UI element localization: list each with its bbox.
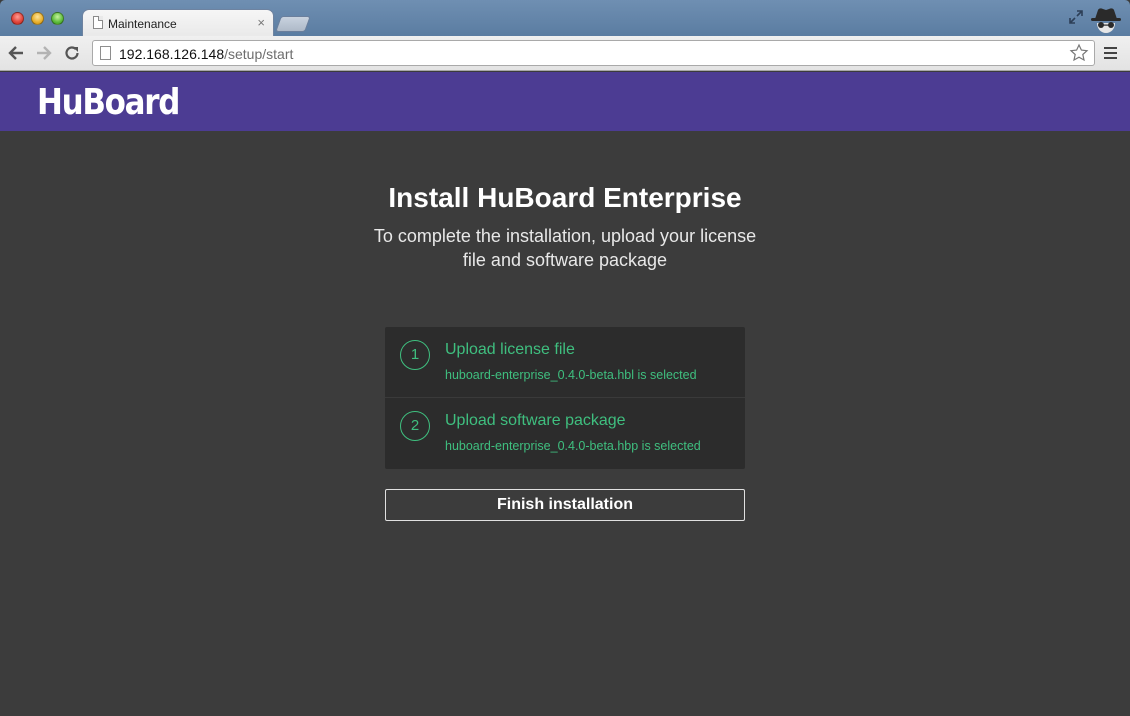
browser-toolbar: 192.168.126.148/setup/start	[0, 36, 1130, 71]
url-text[interactable]: 192.168.126.148/setup/start	[119, 46, 293, 62]
fullscreen-icon[interactable]	[1068, 9, 1084, 25]
url-host: 192.168.126.148	[119, 46, 225, 62]
step-label[interactable]: Upload license file	[445, 341, 575, 359]
zoom-window-button[interactable]	[51, 12, 64, 25]
page-subtitle: To complete the installation, upload you…	[373, 226, 757, 270]
step-upload-license[interactable]: 1 Upload license file huboard-enterprise…	[385, 327, 745, 398]
page-icon	[100, 46, 111, 60]
browser-tab[interactable]: Maintenance ×	[82, 9, 274, 37]
main-content: Install HuBoard Enterprise To complete t…	[0, 131, 1130, 716]
menu-icon[interactable]	[1104, 47, 1117, 59]
url-path: /setup/start	[224, 46, 294, 62]
address-bar[interactable]: 192.168.126.148/setup/start	[92, 40, 1095, 66]
close-window-button[interactable]	[11, 12, 24, 25]
step-status: huboard-enterprise_0.4.0-beta.hbp is sel…	[445, 439, 701, 453]
huboard-logo[interactable]: HuBoard	[37, 82, 180, 123]
browser-titlebar: Maintenance ×	[0, 0, 1130, 37]
document-icon	[93, 16, 103, 29]
reload-icon[interactable]	[63, 44, 81, 62]
step-number-badge: 2	[400, 411, 430, 441]
install-steps: 1 Upload license file huboard-enterprise…	[385, 327, 745, 469]
step-upload-package[interactable]: 2 Upload software package huboard-enterp…	[385, 398, 745, 469]
new-tab-button[interactable]	[275, 16, 311, 32]
tab-title: Maintenance	[108, 17, 177, 31]
star-icon[interactable]	[1069, 43, 1089, 63]
minimize-window-button[interactable]	[31, 12, 44, 25]
step-number-badge: 1	[400, 340, 430, 370]
back-icon[interactable]	[7, 44, 25, 62]
tab-close-button[interactable]: ×	[257, 15, 265, 30]
finish-installation-button[interactable]: Finish installation	[385, 489, 745, 521]
page-title: Install HuBoard Enterprise	[388, 182, 742, 213]
step-label[interactable]: Upload software package	[445, 412, 626, 430]
site-header: HuBoard	[0, 72, 1130, 131]
forward-icon[interactable]	[35, 44, 53, 62]
incognito-icon	[1091, 8, 1121, 33]
step-status: huboard-enterprise_0.4.0-beta.hbl is sel…	[445, 368, 697, 382]
